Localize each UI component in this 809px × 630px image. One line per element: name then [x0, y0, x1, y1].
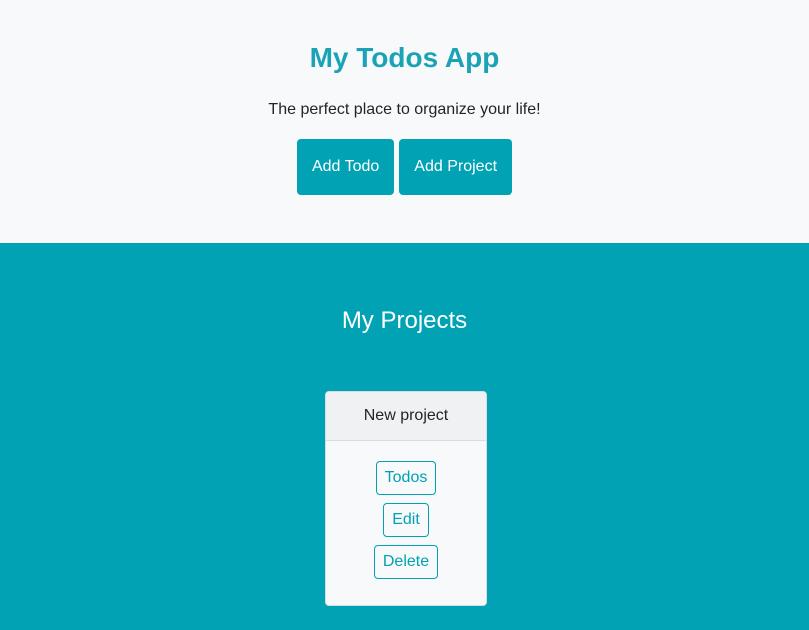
project-actions: Todos Edit Delete	[326, 441, 486, 579]
edit-button[interactable]: Edit	[383, 503, 429, 537]
add-todo-button[interactable]: Add Todo	[296, 139, 395, 195]
project-card: New project Todos Edit Delete	[325, 391, 487, 606]
header-actions: Add Todo Add Project	[0, 139, 809, 195]
hero-section: My Todos App The perfect place to organi…	[0, 0, 809, 243]
delete-button[interactable]: Delete	[373, 545, 439, 579]
todos-button[interactable]: Todos	[375, 461, 437, 495]
tagline: The perfect place to organize your life!	[268, 101, 541, 118]
projects-section: My Projects New project Todos Edit Delet…	[0, 243, 809, 630]
projects-heading: My Projects	[341, 307, 468, 334]
project-name: New project	[326, 392, 486, 441]
app-title: My Todos App	[309, 42, 500, 73]
add-project-button[interactable]: Add Project	[399, 139, 513, 195]
